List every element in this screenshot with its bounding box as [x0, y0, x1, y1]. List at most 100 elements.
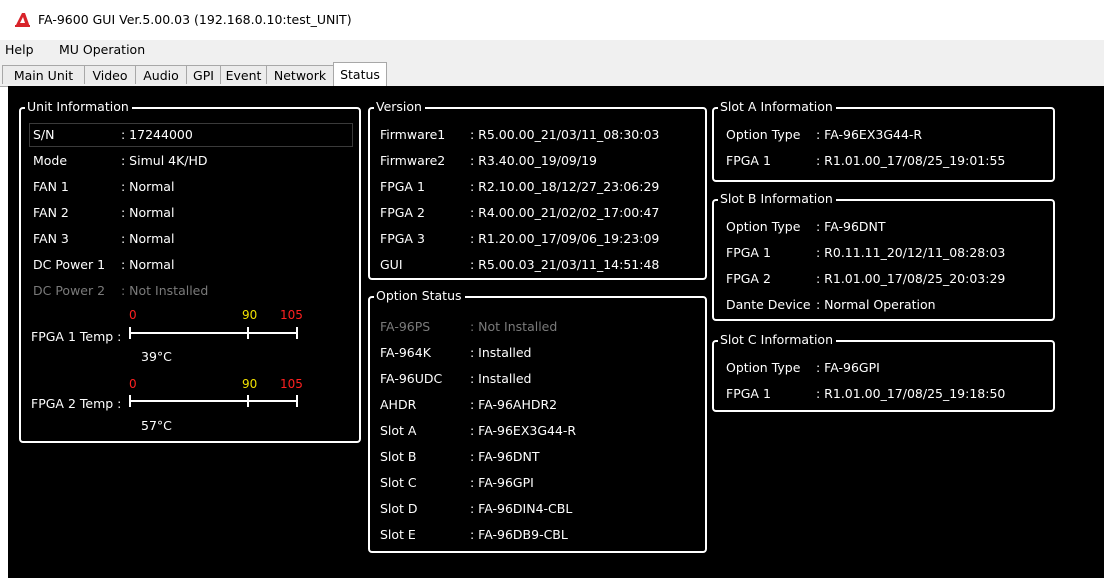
menu-bar: Help MU Operation [0, 40, 1104, 60]
fpga2-temp-value: 57°C [141, 418, 172, 433]
gui-version-label: GUI [380, 257, 403, 272]
tab-gpi[interactable]: GPI [186, 65, 221, 84]
fa96ps-label: FA-96PS [380, 319, 431, 334]
version-fpga3-label: FPGA 3 [380, 231, 425, 246]
fa964k-label: FA-964K [380, 345, 431, 360]
slot-a-fpga1-value: : R1.01.00_17/08/25_19:01:55 [816, 153, 1006, 168]
slot-c-information-title: Slot C Information [718, 332, 836, 348]
option-slot-c-label: Slot C [380, 475, 417, 490]
option-slot-c-value: : FA-96GPI [470, 475, 534, 490]
option-slot-b-label: Slot B [380, 449, 417, 464]
fpga2-temp-scale-warn: 90 [242, 377, 258, 391]
sn-label: S/N [33, 127, 55, 142]
option-status-group: Option Status FA-96PS : Not Installed FA… [368, 288, 707, 553]
fan3-label: FAN 3 [33, 231, 69, 246]
fpga2-temp-scale-max: 105 [280, 377, 303, 391]
fa96udc-label: FA-96UDC [380, 371, 443, 386]
tab-network[interactable]: Network [266, 65, 334, 84]
tab-main-unit[interactable]: Main Unit [2, 65, 85, 84]
slot-b-fpga1-label: FPGA 1 [726, 245, 771, 260]
option-slot-d-label: Slot D [380, 501, 418, 516]
fpga2-temp-mark-max [296, 395, 298, 407]
dc-power1-label: DC Power 1 [33, 257, 106, 272]
slot-c-information-group: Slot C Information Option Type : FA-96GP… [712, 332, 1055, 412]
slot-b-information-group: Slot B Information Option Type : FA-96DN… [712, 191, 1055, 321]
ahdr-label: AHDR [380, 397, 417, 412]
version-fpga1-label: FPGA 1 [380, 179, 425, 194]
fan3-value: : Normal [121, 231, 175, 246]
status-panel: Unit Information S/N : 17244000 Mode : S… [8, 86, 1104, 578]
fa96udc-value: : Installed [470, 371, 532, 386]
fpga1-temp-scale-max: 105 [280, 308, 303, 322]
mode-value: : Simul 4K/HD [121, 153, 208, 168]
version-fpga1-value: : R2.10.00_18/12/27_23:06:29 [470, 179, 660, 194]
fa964k-value: : Installed [470, 345, 532, 360]
firmware2-value: : R3.40.00_19/09/19 [470, 153, 597, 168]
fa96ps-value: : Not Installed [470, 319, 558, 334]
version-fpga3-value: : R1.20.00_17/09/06_19:23:09 [470, 231, 660, 246]
fan2-label: FAN 2 [33, 205, 69, 220]
slot-b-fpga2-label: FPGA 2 [726, 271, 771, 286]
gui-version-value: : R5.00.03_21/03/11_14:51:48 [470, 257, 660, 272]
version-fpga2-label: FPGA 2 [380, 205, 425, 220]
slot-b-fpga1-value: : R0.11.11_20/12/11_08:28:03 [816, 245, 1006, 260]
fpga1-temp-value: 39°C [141, 349, 172, 364]
sn-value: : 17244000 [121, 127, 193, 142]
slot-c-option-type-value: : FA-96GPI [816, 360, 880, 375]
slot-b-information-title: Slot B Information [718, 191, 836, 207]
slot-c-option-type-label: Option Type [726, 360, 801, 375]
option-slot-e-value: : FA-96DB9-CBL [470, 527, 568, 542]
slot-a-fpga1-label: FPGA 1 [726, 153, 771, 168]
fpga1-temp-scale-min: 0 [129, 308, 137, 322]
slot-b-option-type-label: Option Type [726, 219, 801, 234]
slot-b-fpga2-value: : R1.01.00_17/08/25_20:03:29 [816, 271, 1006, 286]
option-slot-e-label: Slot E [380, 527, 416, 542]
ahdr-value: : FA-96AHDR2 [470, 397, 558, 412]
option-slot-d-value: : FA-96DIN4-CBL [470, 501, 573, 516]
firmware2-label: Firmware2 [380, 153, 446, 168]
version-group: Version Firmware1 : R5.00.00_21/03/11_08… [368, 99, 707, 280]
slot-c-fpga1-label: FPGA 1 [726, 386, 771, 401]
mode-label: Mode [33, 153, 68, 168]
slot-a-information-title: Slot A Information [718, 99, 836, 115]
fpga2-temp-scale-min: 0 [129, 377, 137, 391]
slot-a-information-group: Slot A Information Option Type : FA-96EX… [712, 99, 1055, 182]
window-titlebar: FA-9600 GUI Ver.5.00.03 (192.168.0.10:te… [0, 0, 1104, 40]
fpga2-temp-label: FPGA 2 Temp : [31, 396, 122, 411]
fan1-label: FAN 1 [33, 179, 69, 194]
slot-c-fpga1-value: : R1.01.00_17/08/25_19:18:50 [816, 386, 1006, 401]
fpga1-temp-mark-max [296, 327, 298, 339]
menu-mu-operation[interactable]: MU Operation [59, 42, 145, 57]
dc-power2-value: : Not Installed [121, 283, 209, 298]
app-logo-icon [15, 13, 30, 27]
tab-status[interactable]: Status [333, 62, 387, 87]
dc-power2-label: DC Power 2 [33, 283, 106, 298]
slot-b-option-type-value: : FA-96DNT [816, 219, 886, 234]
fan2-value: : Normal [121, 205, 175, 220]
fpga2-temp-bar [129, 400, 298, 402]
slot-b-dante-device-label: Dante Device [726, 297, 811, 312]
tab-audio[interactable]: Audio [135, 65, 187, 84]
slot-a-option-type-value: : FA-96EX3G44-R [816, 127, 923, 142]
option-status-title: Option Status [374, 288, 465, 304]
slot-a-option-type-label: Option Type [726, 127, 801, 142]
tab-event[interactable]: Event [220, 65, 267, 84]
fpga2-temp-mark-warn [247, 395, 249, 407]
fpga1-temp-mark-warn [247, 327, 249, 339]
slot-b-dante-device-value: : Normal Operation [816, 297, 936, 312]
window-title: FA-9600 GUI Ver.5.00.03 (192.168.0.10:te… [38, 12, 352, 27]
option-slot-b-value: : FA-96DNT [470, 449, 540, 464]
tab-bar: Main Unit Video Audio GPI Event Network … [0, 60, 1104, 87]
version-fpga2-value: : R4.00.00_21/02/02_17:00:47 [470, 205, 660, 220]
unit-information-title: Unit Information [25, 99, 132, 115]
unit-information-group: Unit Information S/N : 17244000 Mode : S… [19, 99, 361, 443]
menu-help[interactable]: Help [5, 42, 34, 57]
dc-power1-value: : Normal [121, 257, 175, 272]
tab-video[interactable]: Video [84, 65, 136, 84]
option-slot-a-label: Slot A [380, 423, 417, 438]
fpga1-temp-scale-warn: 90 [242, 308, 258, 322]
firmware1-label: Firmware1 [380, 127, 446, 142]
version-title: Version [374, 99, 425, 115]
fan1-value: : Normal [121, 179, 175, 194]
fpga1-temp-label: FPGA 1 Temp : [31, 329, 122, 344]
